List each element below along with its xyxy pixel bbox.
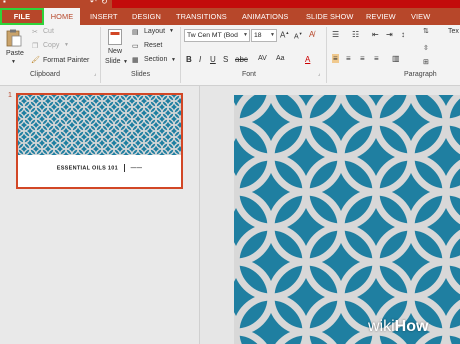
font-group-label: Font [242,71,257,78]
paste-icon[interactable] [6,29,22,47]
change-case-icon[interactable]: Aa [276,55,285,62]
section-icon[interactable]: ▦ [132,56,139,64]
save-icon[interactable]: ▪ [3,0,6,6]
cut-icon[interactable]: ✂ [32,28,38,36]
new-slide-icon[interactable] [108,29,122,45]
reset-icon[interactable]: ▭ [132,42,139,50]
strikethrough-icon[interactable]: abc [235,55,248,64]
layout-icon[interactable]: ▤ [132,28,139,36]
smartart-icon[interactable]: ⊞ [423,58,429,66]
clipboard-group-label: Clipboard [30,71,60,78]
caption-divider [123,164,125,172]
main-slide-canvas[interactable] [234,95,460,344]
reset-button[interactable]: Reset [144,42,162,49]
watermark-brand: How [394,318,429,335]
tab-design[interactable]: DESIGN [132,8,161,25]
decrease-indent-icon[interactable]: ⇤ [372,30,379,39]
tab-file[interactable]: FILE [0,8,44,25]
chevron-down-icon: ▼ [270,32,275,38]
format-painter-icon[interactable]: 🖌 [31,56,40,64]
text-direction-label[interactable]: Tex [448,28,459,35]
section-button[interactable]: Section [144,56,167,63]
chevron-down-icon[interactable]: ▼ [123,59,128,65]
tab-home[interactable]: HOME [44,8,80,25]
align-text-icon[interactable]: ⇳ [423,44,429,52]
title-bar: ▪ ↶ ↻ [0,0,460,8]
watermark-prefix: wiki [368,318,395,335]
paragraph-group-label: Paragraph [404,71,437,78]
new-slide-label-1[interactable]: New [108,48,122,55]
shadow-icon[interactable]: S [223,55,228,64]
tab-transitions[interactable]: TRANSITIONS [176,8,227,25]
chevron-down-icon[interactable]: ▼ [64,42,69,48]
cut-button[interactable]: Cut [43,28,54,35]
slides-group-label: Slides [131,71,151,78]
tab-animations[interactable]: ANIMATIONS [242,8,288,25]
numbering-icon[interactable]: ☷ [352,30,359,39]
font-name-value: Tw Cen MT (Bod [187,32,238,39]
font-size-value: 18 [254,32,262,39]
thumbnail-subtitle: —— [130,165,143,172]
increase-font-icon[interactable]: A▲ [280,30,289,40]
bullets-icon[interactable]: ☰ [332,30,339,39]
line-spacing-icon[interactable]: ↕ [401,30,405,39]
font-name-select[interactable]: Tw Cen MT (Bod ▼ [184,29,250,42]
dialog-launcher-icon[interactable]: ⌟ [318,71,320,77]
align-left-icon[interactable]: ≡ [332,54,339,63]
font-color-icon[interactable]: A [305,55,310,64]
justify-icon[interactable]: ≡ [374,54,379,63]
chevron-down-icon: ▼ [243,32,248,38]
slide-pattern [234,95,460,344]
group-divider [100,27,101,83]
title-bar-highlight [112,0,460,8]
copy-button[interactable]: Copy [43,42,59,49]
columns-icon[interactable]: ▥ [392,54,400,63]
font-size-select[interactable]: 18 ▼ [251,29,277,42]
new-slide-label-2[interactable]: Slide [105,58,121,65]
slide-thumbnail[interactable]: ESSENTIAL OILS 101 —— [16,93,183,189]
undo-icon[interactable]: ↶ [90,0,97,6]
increase-indent-icon[interactable]: ⇥ [386,30,393,39]
tab-review[interactable]: REVIEW [366,8,396,25]
thumbnail-title: ESSENTIAL OILS 101 [56,165,118,172]
thumbnail-pattern [18,95,181,155]
format-painter-button[interactable]: Format Painter [43,57,89,64]
tab-insert[interactable]: INSERT [90,8,118,25]
chevron-down-icon[interactable]: ▼ [171,57,176,63]
slide-number: 1 [8,92,12,99]
paste-label[interactable]: Paste [6,50,24,57]
layout-button[interactable]: Layout [144,28,165,35]
align-center-icon[interactable]: ≡ [346,54,351,63]
chevron-down-icon[interactable]: ▼ [11,59,16,65]
decrease-font-icon[interactable]: A▼ [294,31,303,40]
dialog-launcher-icon[interactable]: ⌟ [94,71,96,77]
wikihow-watermark: wikiHow [368,318,428,336]
tab-view[interactable]: VIEW [411,8,430,25]
group-divider [326,27,327,83]
ribbon: Paste ▼ ✂ Cut ❐ Copy ▼ 🖌 Format Painter … [0,25,460,86]
chevron-down-icon[interactable]: ▼ [169,28,174,34]
clear-formatting-icon[interactable]: A̸ [309,30,314,39]
character-spacing-icon[interactable]: AV [258,55,267,62]
underline-icon[interactable]: U [210,55,216,64]
text-direction-icon[interactable]: ⇅ [423,27,429,35]
group-divider [180,27,181,83]
bold-icon[interactable]: B [186,55,192,64]
thumbnail-caption: ESSENTIAL OILS 101 —— [18,164,181,172]
italic-icon[interactable]: I [199,55,201,64]
redo-icon[interactable]: ↻ [101,0,108,6]
ribbon-tabs: FILE HOME INSERT DESIGN TRANSITIONS ANIM… [0,8,460,25]
tab-slide-show[interactable]: SLIDE SHOW [306,8,353,25]
align-right-icon[interactable]: ≡ [360,54,365,63]
copy-icon[interactable]: ❐ [32,42,38,50]
